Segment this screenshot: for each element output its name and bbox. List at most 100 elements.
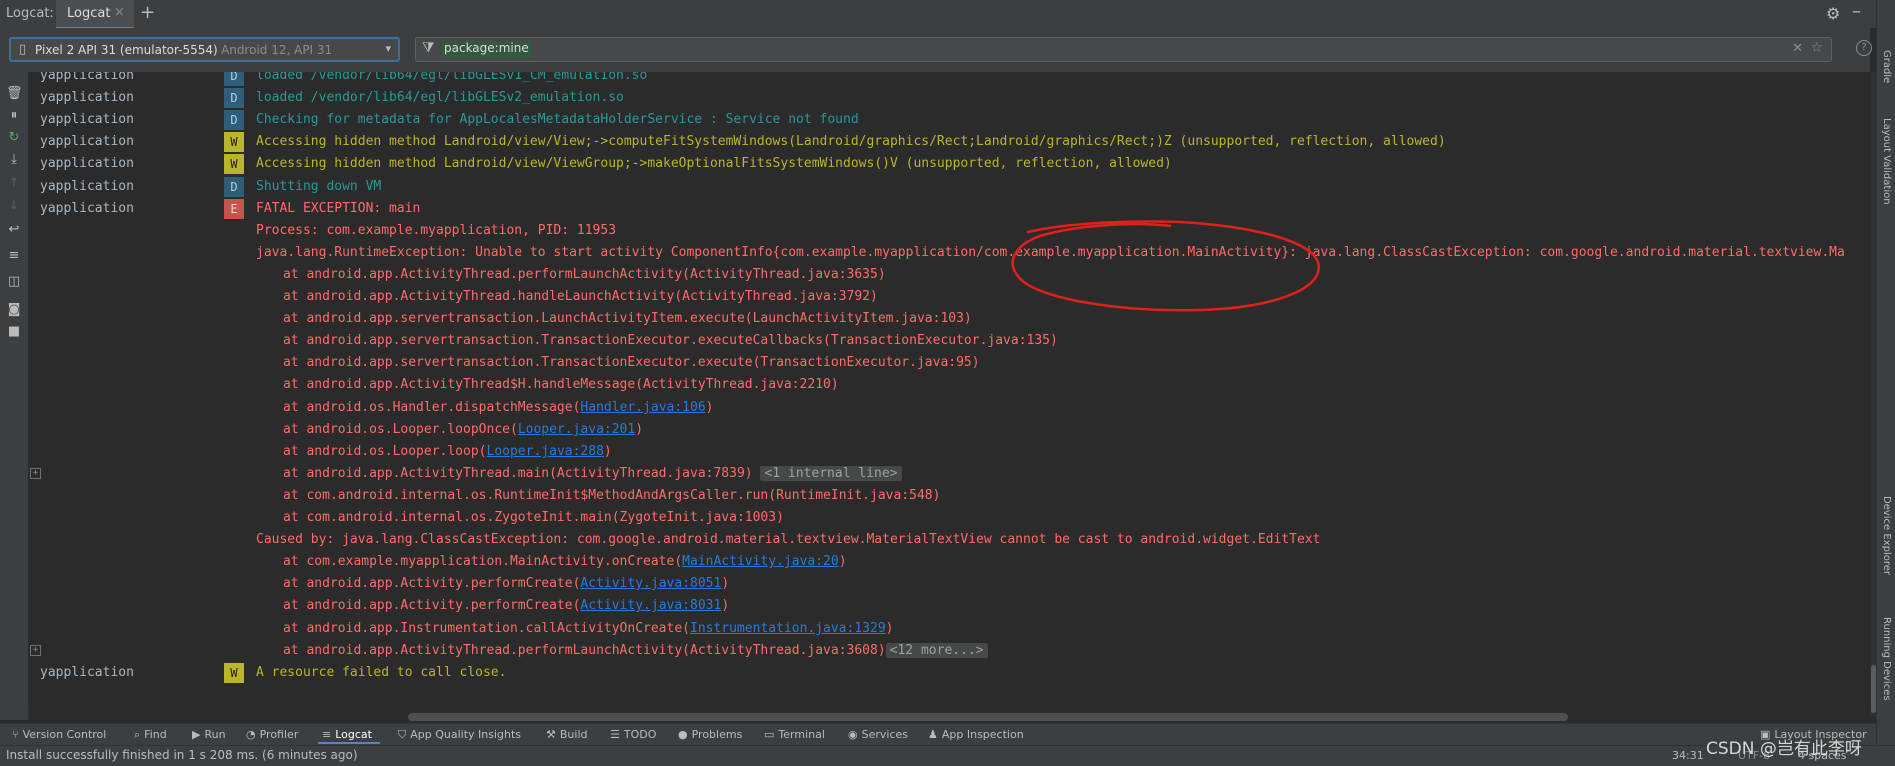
log-row[interactable]: at android.app.ActivityThread.handleLaun… [28, 286, 1870, 308]
source-link[interactable]: Looper.java:201 [518, 422, 635, 437]
hammer-icon: ⚒ [546, 728, 556, 741]
log-row[interactable]: java.lang.RuntimeException: Unable to st… [28, 242, 1870, 264]
tool-terminal[interactable]: ▭ Terminal [764, 728, 825, 741]
log-row[interactable]: at android.os.Looper.loopOnce(Looper.jav… [28, 419, 1870, 441]
chevron-down-icon[interactable]: ▾ [385, 42, 391, 55]
log-row[interactable]: at android.app.servertransaction.Transac… [28, 352, 1870, 374]
collapsed-lines-chip[interactable]: <12 more...> [885, 643, 988, 658]
screen-record-icon[interactable]: ■ [6, 324, 22, 340]
stacktrace-text: at android.os.Looper.loopOnce( [283, 422, 518, 437]
filter-field[interactable]: ⧩ package:mine ✕ ☆ [415, 37, 1832, 62]
log-row[interactable]: at android.app.ActivityThread.performLau… [28, 264, 1870, 286]
stacktrace-text-end: ) [705, 400, 714, 415]
source-link[interactable]: MainActivity.java:20 [682, 554, 839, 569]
device-explorer-tool[interactable]: Device Explorer [1881, 496, 1892, 575]
tool-app-inspection[interactable]: ♟ App Inspection [928, 728, 1024, 741]
tool-build[interactable]: ⚒ Build [546, 728, 588, 741]
arrow-up-icon[interactable]: ↑ [6, 176, 22, 192]
clear-filter-icon[interactable]: ✕ [1792, 41, 1803, 56]
restart-icon[interactable]: ↻ [6, 130, 22, 146]
source-link[interactable]: Activity.java:8051 [580, 576, 721, 591]
log-row[interactable]: yapplication D Checking for metadata for A… [28, 109, 1870, 131]
stacktrace-line: at com.android.internal.os.ZygoteInit.ma… [283, 510, 784, 525]
filter-icon[interactable]: ⧩ [422, 40, 435, 56]
screenshot-icon[interactable]: ◙ [6, 302, 22, 318]
log-row[interactable]: yapplication Dloaded /vendor/lib64/egl/li… [28, 87, 1870, 109]
tool-find[interactable]: ⌕ Find [134, 728, 167, 742]
layout-validation-tool[interactable]: Layout Validation [1881, 118, 1892, 205]
log-row[interactable]: at com.android.internal.os.ZygoteInit.ma… [28, 507, 1870, 529]
device-selector[interactable]: ▯ Pixel 2 API 31 (emulator-5554) Android… [9, 37, 400, 62]
source-link[interactable]: Activity.java:8031 [580, 598, 721, 613]
tool-todo[interactable]: ☰ TODO [610, 728, 656, 741]
log-row[interactable]: at android.app.Activity.performCreate(Ac… [28, 573, 1870, 595]
stacktrace-line: at android.app.servertransaction.Transac… [283, 333, 1058, 348]
running-devices-tool[interactable]: Running Devices [1881, 617, 1892, 701]
log-message: Accessing hidden method Landroid/view/Vi… [256, 134, 1446, 149]
caret-position[interactable]: 34:31 [1672, 749, 1704, 762]
horizontal-scrollbar[interactable] [408, 713, 1568, 721]
log-row[interactable]: yapplication W A resource failed to call c… [28, 662, 1870, 684]
log-row[interactable]: yapplication E FATAL EXCEPTION: main [28, 198, 1870, 220]
stacktrace-text: at android.os.Handler.dispatchMessage( [283, 400, 581, 415]
stacktrace-text: at android.os.Looper.loop( [283, 444, 487, 459]
version-control-icon: ⑂ [12, 728, 19, 741]
scroll-to-end-icon[interactable]: ⤓ [6, 152, 22, 168]
log-row[interactable]: at android.app.Instrumentation.callActiv… [28, 618, 1870, 640]
log-row[interactable]: at com.android.internal.os.RuntimeInit$M… [28, 485, 1870, 507]
collapsed-lines-chip[interactable]: <1 internal line> [760, 466, 902, 481]
log-row[interactable]: + at android.app.ActivityThread.performLa… [28, 640, 1870, 662]
tab-logcat[interactable]: Logcat × [56, 0, 134, 30]
log-row[interactable]: Process: com.example.myapplication, PID:… [28, 220, 1870, 242]
log-row[interactable]: at android.app.servertransaction.LaunchA… [28, 308, 1870, 330]
status-message[interactable]: Install successfully finished in 1 s 208… [6, 748, 358, 762]
stacktrace-text: at android.app.ActivityThread.performLau… [283, 643, 886, 658]
tool-logcat[interactable]: ≡ Logcat [322, 728, 372, 741]
log-row[interactable]: yapplication D Shutting down VM [28, 176, 1870, 198]
tool-run[interactable]: ▶ Run [192, 728, 226, 741]
log-row[interactable]: at android.app.ActivityThread$H.handleMe… [28, 374, 1870, 396]
stacktrace-line: Process: com.example.myapplication, PID:… [256, 223, 616, 238]
source-link[interactable]: Looper.java:288 [487, 444, 604, 459]
tool-version-control[interactable]: ⑂ Version Control [12, 728, 106, 741]
stacktrace-line: at android.app.ActivityThread.main(Activ… [283, 466, 902, 481]
minimize-icon[interactable]: – [1852, 1, 1861, 22]
source-link[interactable]: Handler.java:106 [580, 400, 705, 415]
expand-fold-icon[interactable]: + [30, 468, 41, 479]
add-tab-button[interactable]: + [140, 2, 155, 23]
tool-problems[interactable]: ● Problems [678, 728, 742, 741]
split-panels-icon[interactable]: ◫ [6, 274, 22, 290]
arrow-down-icon[interactable]: ↓ [6, 198, 22, 214]
logcat-output[interactable]: yapplication Dloaded /vendor/lib64/egl/li… [28, 72, 1870, 708]
stacktrace-text-end: ) [721, 576, 730, 591]
stacktrace-text: at android.app.servertransaction.Transac… [283, 333, 1058, 348]
log-row[interactable]: at android.os.Looper.loop(Looper.java:28… [28, 441, 1870, 463]
log-row[interactable]: yapplication Dloaded /vendor/lib64/egl/li… [28, 72, 1870, 87]
log-row[interactable]: yapplication W Accessing hidden method Lan… [28, 131, 1870, 153]
filter-query[interactable]: package:mine [442, 41, 531, 58]
log-row[interactable]: at android.os.Handler.dispatchMessage(Ha… [28, 397, 1870, 419]
log-tag: yapplication [40, 112, 134, 127]
device-name: Pixel 2 API 31 (emulator-5554) [35, 43, 218, 57]
gear-icon[interactable]: ⚙ [1826, 4, 1840, 23]
soft-wrap-icon[interactable]: ↩ [6, 222, 22, 238]
favorite-filter-icon[interactable]: ☆ [1810, 40, 1823, 56]
pause-icon[interactable]: ⏸ [6, 108, 22, 124]
help-icon[interactable]: ? [1856, 40, 1872, 56]
log-row[interactable]: + at android.app.ActivityThread.main(Acti… [28, 463, 1870, 485]
log-level-badge: E [224, 199, 244, 219]
log-row[interactable]: Caused by: java.lang.ClassCastException:… [28, 529, 1870, 551]
settings-icon[interactable]: ≡ [6, 248, 22, 264]
log-row[interactable]: at com.example.myapplication.MainActivit… [28, 551, 1870, 573]
log-row[interactable]: at android.app.servertransaction.Transac… [28, 330, 1870, 352]
tool-services[interactable]: ◉ Services [848, 728, 908, 741]
tool-app-quality-insights[interactable]: ⛉ App Quality Insights [398, 728, 521, 742]
close-tab-icon[interactable]: × [114, 5, 125, 20]
clear-logcat-icon[interactable]: 🗑 [6, 86, 23, 102]
gradle-tool[interactable]: Gradle [1881, 50, 1892, 83]
tool-profiler[interactable]: ◔ Profiler [246, 728, 298, 741]
log-row[interactable]: at android.app.Activity.performCreate(Ac… [28, 595, 1870, 617]
log-row[interactable]: yapplication W Accessing hidden method Lan… [28, 153, 1870, 175]
source-link[interactable]: Instrumentation.java:1329 [690, 621, 886, 636]
expand-fold-icon[interactable]: + [30, 645, 41, 656]
